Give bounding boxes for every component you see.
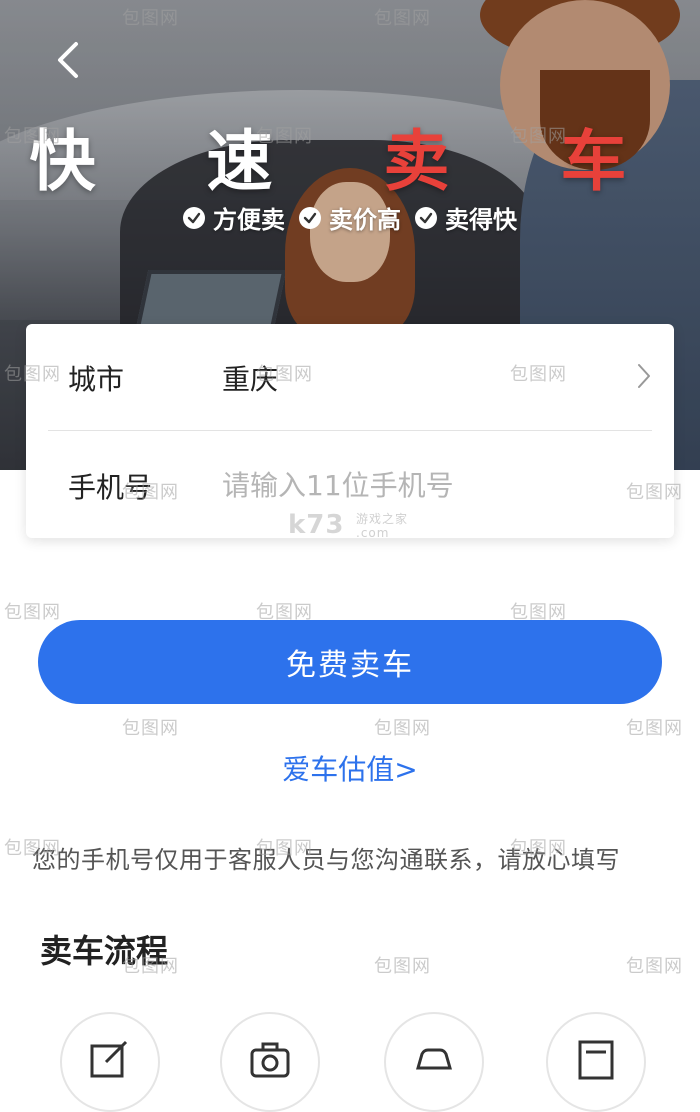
camera-icon bbox=[250, 1042, 290, 1078]
watermark: 包图网 bbox=[374, 718, 431, 739]
watermark: 包图网 bbox=[4, 602, 61, 623]
hero-title-red: 卖 车 bbox=[383, 123, 671, 200]
hero-title-white: 快 速 bbox=[29, 123, 317, 200]
document-icon bbox=[578, 1040, 614, 1080]
step-inspect bbox=[384, 1012, 484, 1112]
step-photo bbox=[220, 1012, 320, 1112]
sell-form-card: 城市 重庆 手机号 bbox=[26, 324, 674, 538]
process-steps bbox=[0, 1012, 700, 1112]
step-contract bbox=[546, 1012, 646, 1112]
feature-list: 方便卖 卖价高 卖得快 bbox=[0, 200, 700, 235]
privacy-notice: 您的手机号仅用于客服人员与您沟通联系，请放心填写 bbox=[32, 846, 620, 874]
car-icon bbox=[416, 1048, 452, 1070]
sell-process-title: 卖车流程 bbox=[40, 932, 169, 970]
hero-title: 快 速 卖 车 bbox=[0, 108, 700, 204]
edit-icon bbox=[90, 1040, 128, 1078]
back-arrow-icon[interactable] bbox=[50, 40, 90, 80]
city-selector[interactable]: 城市 重庆 bbox=[26, 324, 674, 430]
feature-item: 卖得快 bbox=[415, 200, 517, 235]
feature-item: 方便卖 bbox=[183, 200, 285, 235]
watermark: 包图网 bbox=[122, 718, 179, 739]
city-label: 城市 bbox=[68, 363, 125, 396]
form-divider bbox=[48, 430, 652, 431]
phone-row: 手机号 bbox=[26, 432, 674, 538]
feature-item: 卖价高 bbox=[299, 200, 401, 235]
watermark: 包图网 bbox=[374, 956, 431, 977]
check-icon bbox=[415, 206, 437, 229]
watermark: 包图网 bbox=[626, 956, 683, 977]
city-value[interactable]: 重庆 bbox=[222, 358, 278, 398]
watermark: 包图网 bbox=[626, 718, 683, 739]
phone-label: 手机号 bbox=[68, 471, 153, 504]
feature-label: 方便卖 bbox=[213, 206, 285, 234]
feature-label: 卖得快 bbox=[445, 206, 517, 234]
phone-input[interactable] bbox=[220, 462, 624, 508]
check-icon bbox=[183, 206, 205, 229]
chevron-right-icon bbox=[638, 364, 650, 388]
step-edit bbox=[60, 1012, 160, 1112]
free-sell-button[interactable]: 免费卖车 bbox=[38, 620, 662, 704]
check-icon bbox=[299, 206, 321, 229]
car-valuation-link[interactable]: 爱车估值> bbox=[0, 748, 700, 788]
feature-label: 卖价高 bbox=[329, 206, 401, 234]
